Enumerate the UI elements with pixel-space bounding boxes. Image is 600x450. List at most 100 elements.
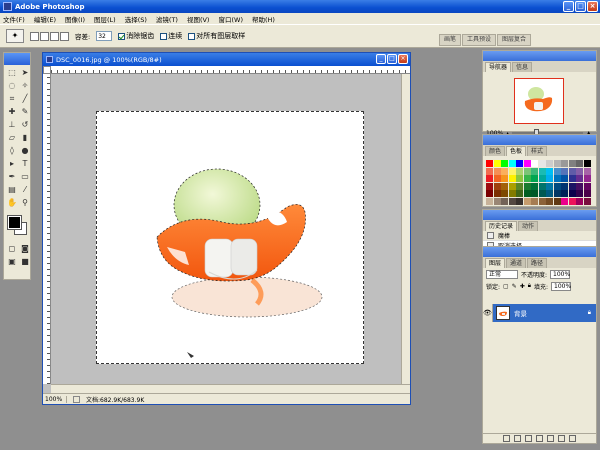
color-swatch[interactable] — [561, 167, 568, 175]
color-swatch[interactable] — [493, 190, 501, 197]
color-swatch[interactable] — [501, 190, 508, 197]
lasso-tool-icon[interactable]: ◌ — [6, 80, 18, 92]
eyedropper-tool-icon[interactable]: ⁄ — [19, 184, 31, 196]
menu-image[interactable]: 图像(I) — [65, 14, 85, 24]
clone-stamp-icon[interactable]: ⊥ — [6, 119, 18, 131]
hand-tool-icon[interactable]: ✋ — [6, 197, 18, 209]
antialias-checkbox[interactable]: 消除锯齿 — [118, 31, 154, 41]
navigator-thumbnail[interactable] — [514, 78, 564, 124]
menu-window[interactable]: 窗口(W) — [218, 14, 243, 24]
tab-actions[interactable]: 动作 — [518, 221, 539, 231]
color-swatch[interactable] — [493, 197, 501, 205]
color-swatch[interactable] — [486, 190, 493, 197]
color-swatch[interactable] — [583, 182, 591, 190]
adjustment-layer-icon[interactable] — [536, 435, 543, 442]
menu-edit[interactable]: 编辑(E) — [34, 14, 56, 24]
lock-position-icon[interactable]: ✚ — [520, 283, 525, 290]
color-swatch[interactable] — [546, 190, 553, 197]
color-swatch[interactable] — [583, 167, 591, 175]
color-swatch[interactable] — [531, 160, 538, 167]
color-swatch[interactable] — [568, 190, 576, 197]
color-swatch[interactable] — [583, 197, 591, 205]
tab-info[interactable]: 信息 — [512, 62, 533, 72]
well-tab-layer-comps[interactable]: 图层复合 — [497, 34, 532, 46]
pen-tool-icon[interactable]: ✒ — [6, 171, 18, 183]
tab-layers[interactable]: 图层 — [485, 258, 506, 268]
well-tab-tool-presets[interactable]: 工具预设 — [462, 34, 497, 46]
add-selection-button[interactable] — [40, 31, 49, 41]
ruler-origin[interactable] — [43, 66, 51, 74]
color-swatch[interactable] — [508, 167, 516, 175]
full-screen-mode-icon[interactable]: ■ — [19, 256, 31, 268]
color-swatch[interactable] — [486, 197, 493, 205]
tab-styles[interactable]: 样式 — [527, 146, 548, 156]
color-swatch[interactable] — [546, 167, 553, 175]
path-select-icon[interactable]: ▸ — [6, 158, 18, 170]
color-swatch[interactable] — [568, 175, 576, 182]
color-swatch[interactable] — [486, 182, 493, 190]
delete-layer-icon[interactable] — [569, 435, 576, 442]
move-tool-icon[interactable]: ➤ — [19, 67, 31, 79]
color-swatch[interactable] — [546, 160, 553, 167]
fill-input[interactable]: 100% — [551, 281, 571, 291]
document-titlebar[interactable]: DSC_0016.jpg @ 100%(RGB/8#) _ □ × — [43, 53, 410, 66]
minimize-button[interactable]: _ — [563, 1, 574, 12]
menu-layer[interactable]: 图层(L) — [94, 14, 116, 24]
color-swatch[interactable] — [531, 197, 538, 205]
color-swatch[interactable] — [501, 182, 508, 190]
color-swatch[interactable] — [568, 197, 576, 205]
color-swatch[interactable] — [508, 160, 516, 167]
color-swatch[interactable] — [538, 167, 546, 175]
opacity-input[interactable]: 100% — [550, 269, 570, 279]
color-swatch[interactable] — [493, 182, 501, 190]
lock-all-icon[interactable]: 🔒︎ — [528, 282, 531, 290]
color-swatch[interactable] — [501, 175, 508, 182]
color-swatch[interactable] — [516, 160, 523, 167]
new-layer-icon[interactable] — [558, 435, 565, 442]
color-swatch[interactable] — [576, 190, 583, 197]
contiguous-checkbox[interactable]: 连续 — [160, 31, 182, 41]
gradient-tool-icon[interactable]: ▮ — [19, 132, 31, 144]
color-swatch[interactable] — [583, 160, 591, 167]
menu-help[interactable]: 帮助(H) — [252, 14, 275, 24]
color-swatch[interactable] — [516, 197, 523, 205]
color-swatch[interactable] — [538, 175, 546, 182]
lock-pixels-icon[interactable]: ✎ — [512, 283, 517, 290]
canvas-area[interactable] — [51, 74, 410, 384]
color-swatch[interactable] — [568, 167, 576, 175]
color-swatch[interactable] — [508, 197, 516, 205]
doc-maximize-button[interactable]: □ — [387, 54, 397, 64]
color-swatch[interactable] — [501, 197, 508, 205]
toolbox-header[interactable] — [4, 53, 30, 65]
tab-channels[interactable]: 通道 — [506, 258, 527, 268]
color-swatch[interactable] — [516, 167, 523, 175]
tolerance-input[interactable] — [96, 31, 113, 41]
color-swatch[interactable] — [493, 160, 501, 167]
layer-mask-icon[interactable] — [525, 435, 532, 442]
color-swatch[interactable] — [508, 175, 516, 182]
color-swatch[interactable] — [523, 190, 531, 197]
screen-mode-icon[interactable]: ▣ — [6, 256, 18, 268]
intersect-selection-button[interactable] — [60, 31, 69, 41]
tab-navigator[interactable]: 导航器 — [485, 62, 512, 72]
color-swatch[interactable] — [553, 197, 561, 205]
color-swatch[interactable] — [561, 190, 568, 197]
shape-tool-icon[interactable]: ▭ — [19, 171, 31, 183]
menu-select[interactable]: 选择(S) — [125, 14, 147, 24]
zoom-level[interactable]: 100% — [45, 395, 67, 403]
sample-all-layers-checkbox[interactable]: 对所有图层取样 — [188, 31, 245, 41]
marquee-tool-icon[interactable]: ⬚ — [6, 67, 18, 79]
close-button[interactable]: × — [587, 1, 598, 12]
color-swatch[interactable] — [501, 167, 508, 175]
color-swatch[interactable] — [538, 160, 546, 167]
horizontal-ruler[interactable] — [51, 66, 410, 74]
horizontal-scrollbar[interactable] — [51, 384, 410, 393]
color-swatch[interactable] — [561, 175, 568, 182]
layers-panel-header[interactable] — [483, 247, 596, 257]
dodge-tool-icon[interactable]: ● — [19, 145, 31, 157]
vertical-ruler[interactable] — [43, 74, 51, 384]
color-swatch[interactable] — [486, 167, 493, 175]
new-group-icon[interactable] — [547, 435, 554, 442]
notes-tool-icon[interactable]: ▤ — [6, 184, 18, 196]
vertical-scrollbar[interactable] — [401, 74, 410, 384]
